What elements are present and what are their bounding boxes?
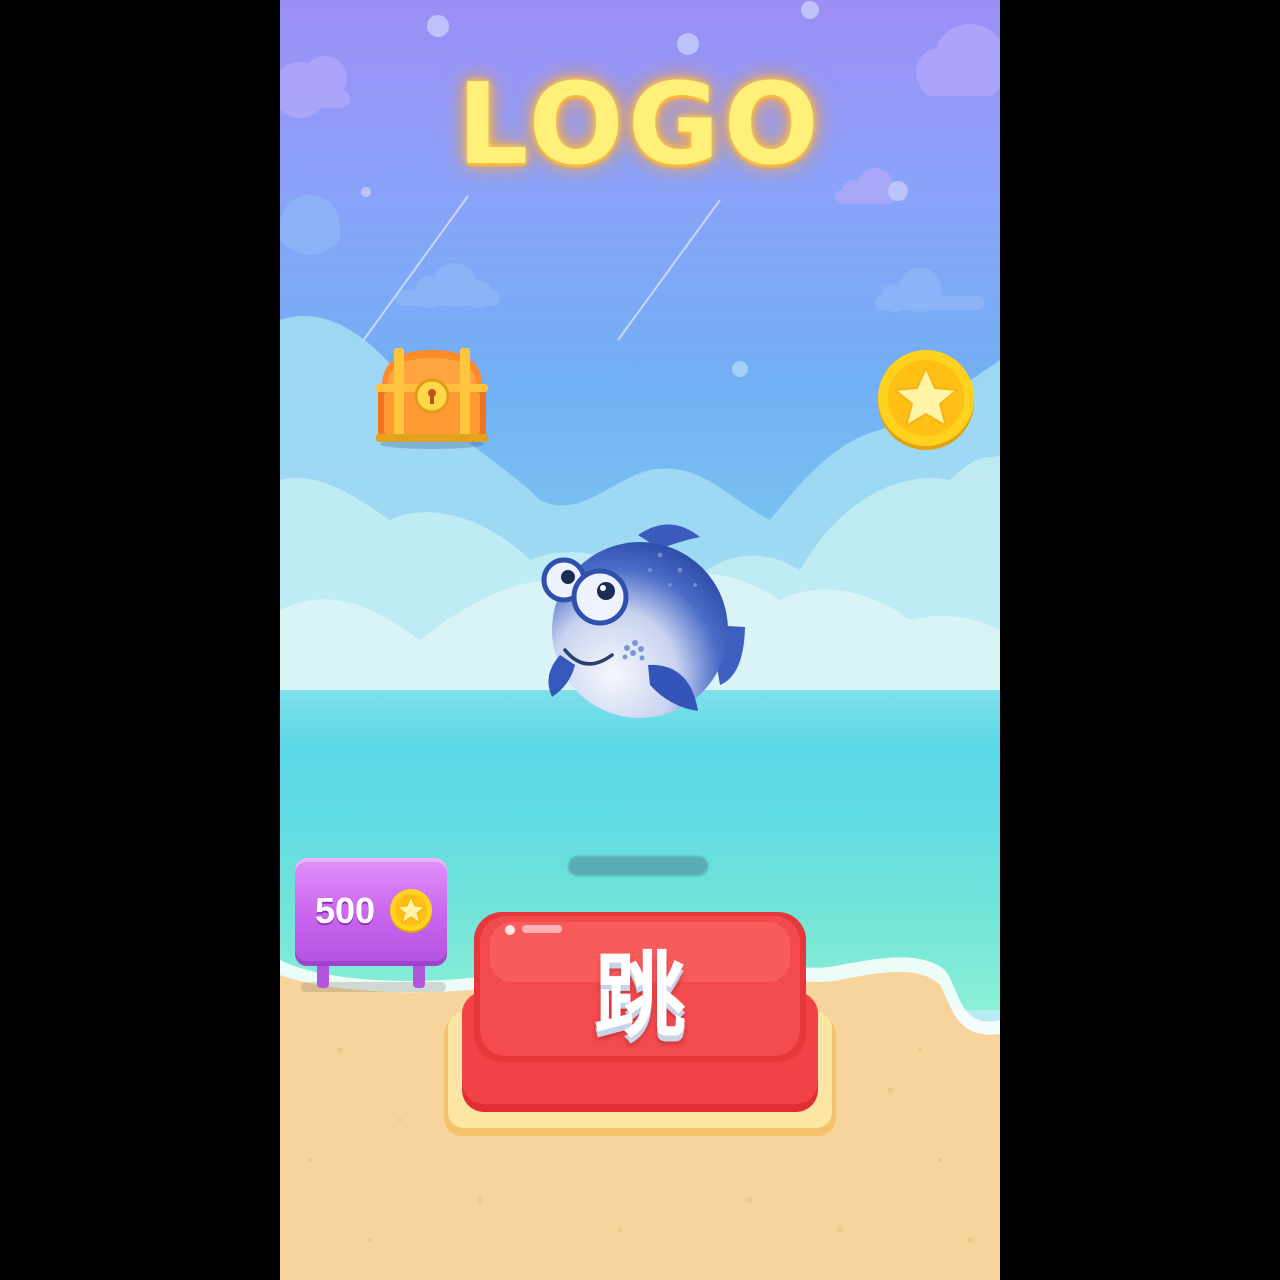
star-coin-icon[interactable]	[876, 348, 976, 452]
sign-leg-right	[413, 966, 425, 988]
sign-leg-left	[317, 966, 329, 988]
jump-button[interactable]: 跳	[440, 908, 840, 1140]
game-logo: LOGO	[457, 60, 823, 190]
star-coin-icon	[390, 889, 432, 933]
pufferfish-character[interactable]	[530, 515, 750, 725]
game-screen: LOGO 500 跳	[280, 0, 1000, 1280]
jump-button-base	[444, 912, 836, 1136]
score-value: 500	[315, 890, 376, 931]
sign-board: 500	[295, 858, 447, 966]
score-sign: 500	[295, 858, 450, 993]
treasure-chest-icon[interactable]	[376, 346, 488, 450]
fish-shadow	[568, 856, 708, 876]
